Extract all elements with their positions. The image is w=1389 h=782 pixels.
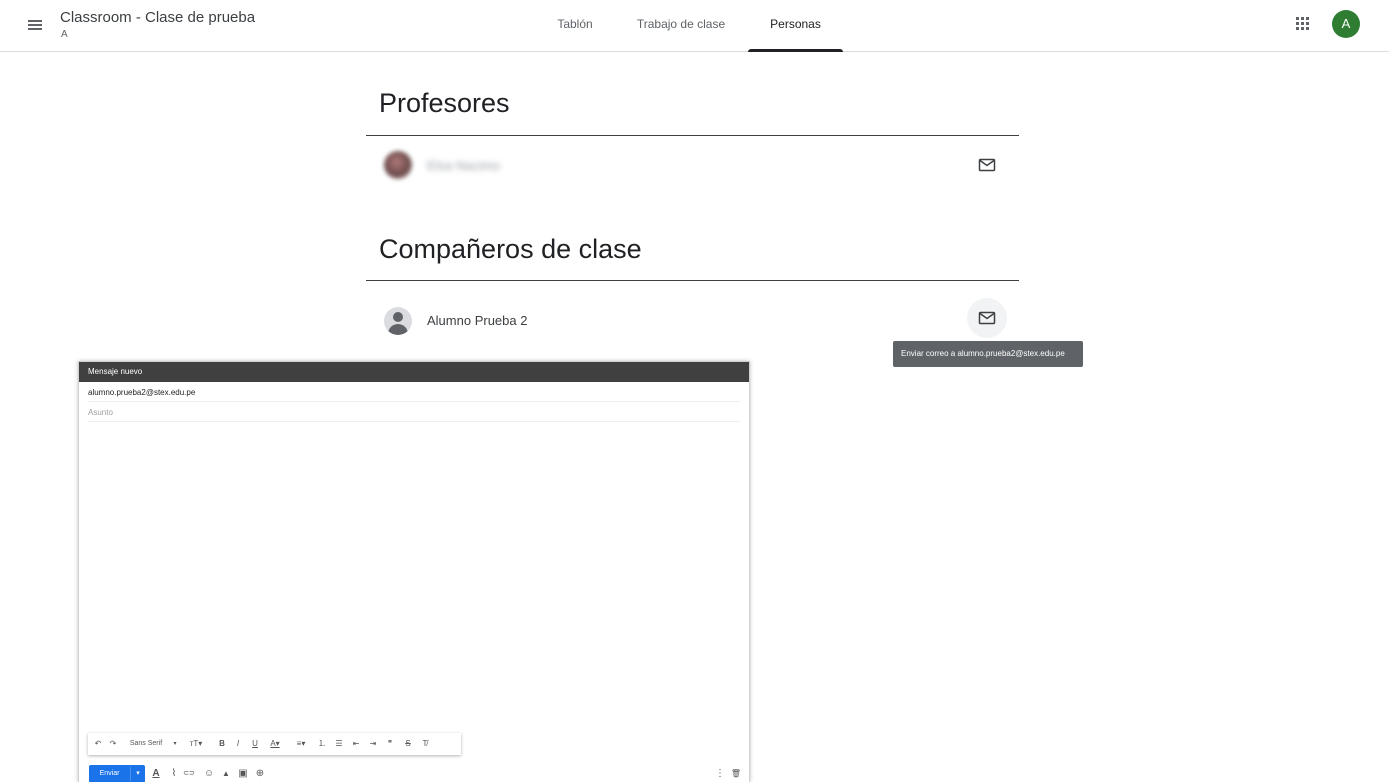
top-app-bar: Classroom - Clase de prueba A Tablón Tra…	[0, 0, 1389, 52]
classmates-heading: Compañeros de clase	[379, 234, 642, 264]
formatting-toolbar: ↶ ↷ Sans Serif ▾ ᴛT▾ B I U A▾ ≡▾ ⒈ ☰ ⇤ ⇥…	[88, 733, 461, 755]
bulleted-list-icon[interactable]: ☰	[333, 733, 345, 755]
compose-window: Mensaje nuevo alumno.prueba2@stex.edu.pe…	[78, 361, 750, 782]
subject-field[interactable]: Asunto	[88, 403, 740, 422]
email-tooltip: Enviar correo a alumno.prueba2@stex.edu.…	[893, 341, 1083, 367]
formatting-options-icon[interactable]: A	[149, 765, 163, 782]
send-button[interactable]: Enviar ▾	[89, 765, 145, 782]
recipient-field[interactable]: alumno.prueba2@stex.edu.pe	[88, 384, 740, 402]
clear-formatting-icon[interactable]: T̸	[419, 733, 431, 755]
indent-less-icon[interactable]: ⇤	[350, 733, 362, 755]
teachers-heading: Profesores	[379, 88, 510, 118]
mail-icon	[978, 158, 996, 172]
font-family-select[interactable]: Sans Serif	[124, 733, 168, 755]
google-apps-icon[interactable]	[1293, 14, 1313, 34]
classmates-divider	[366, 280, 1019, 281]
tab-people[interactable]: Personas	[748, 0, 843, 52]
tab-stream[interactable]: Tablón	[552, 0, 598, 52]
underline-icon[interactable]: U	[249, 733, 261, 755]
account-avatar[interactable]: A	[1332, 10, 1360, 38]
send-options-icon[interactable]: ▾	[131, 765, 145, 782]
send-label: Enviar	[99, 770, 120, 777]
confidential-mode-icon[interactable]: ⊕	[253, 765, 267, 782]
student-name: Alumno Prueba 2	[427, 313, 528, 328]
emoji-icon[interactable]: ☺	[202, 765, 216, 782]
tab-people-label: Personas	[770, 17, 821, 31]
active-tab-indicator	[748, 49, 843, 52]
font-size-icon[interactable]: ᴛT▾	[184, 733, 208, 755]
redo-icon[interactable]: ↷	[107, 733, 119, 755]
class-section: A	[61, 29, 68, 40]
main-menu-icon[interactable]	[22, 12, 48, 38]
email-student-button[interactable]	[967, 298, 1007, 338]
teachers-divider	[366, 135, 1019, 136]
discard-draft-icon[interactable]: 🗑	[729, 765, 743, 782]
quote-icon[interactable]: ❞	[384, 733, 396, 755]
teacher-avatar	[384, 151, 412, 179]
text-color-icon[interactable]: A▾	[265, 733, 285, 755]
mail-icon	[978, 311, 996, 325]
compose-header[interactable]: Mensaje nuevo	[79, 362, 749, 382]
strikethrough-icon[interactable]: S	[402, 733, 414, 755]
student-avatar	[384, 307, 412, 335]
insert-photo-icon[interactable]: ▣	[236, 765, 250, 782]
bold-icon[interactable]: B	[216, 733, 228, 755]
teacher-name: Elsa Nacimo	[427, 158, 500, 173]
italic-icon[interactable]: I	[232, 733, 244, 755]
font-family-dropdown-icon[interactable]: ▾	[170, 733, 180, 755]
drive-icon[interactable]: ▲	[219, 765, 233, 782]
insert-link-icon[interactable]: ⊂⊃	[182, 765, 196, 782]
attach-file-icon[interactable]: ⌇	[167, 765, 181, 782]
class-title[interactable]: Classroom - Clase de prueba	[60, 9, 255, 26]
indent-more-icon[interactable]: ⇥	[367, 733, 379, 755]
undo-icon[interactable]: ↶	[92, 733, 104, 755]
email-teacher-button[interactable]	[967, 145, 1007, 185]
message-body-area[interactable]	[88, 424, 740, 730]
more-options-icon[interactable]: ⋮	[713, 765, 727, 782]
numbered-list-icon[interactable]: ⒈	[316, 733, 328, 755]
align-icon[interactable]: ≡▾	[291, 733, 311, 755]
tab-classwork[interactable]: Trabajo de clase	[630, 0, 732, 52]
